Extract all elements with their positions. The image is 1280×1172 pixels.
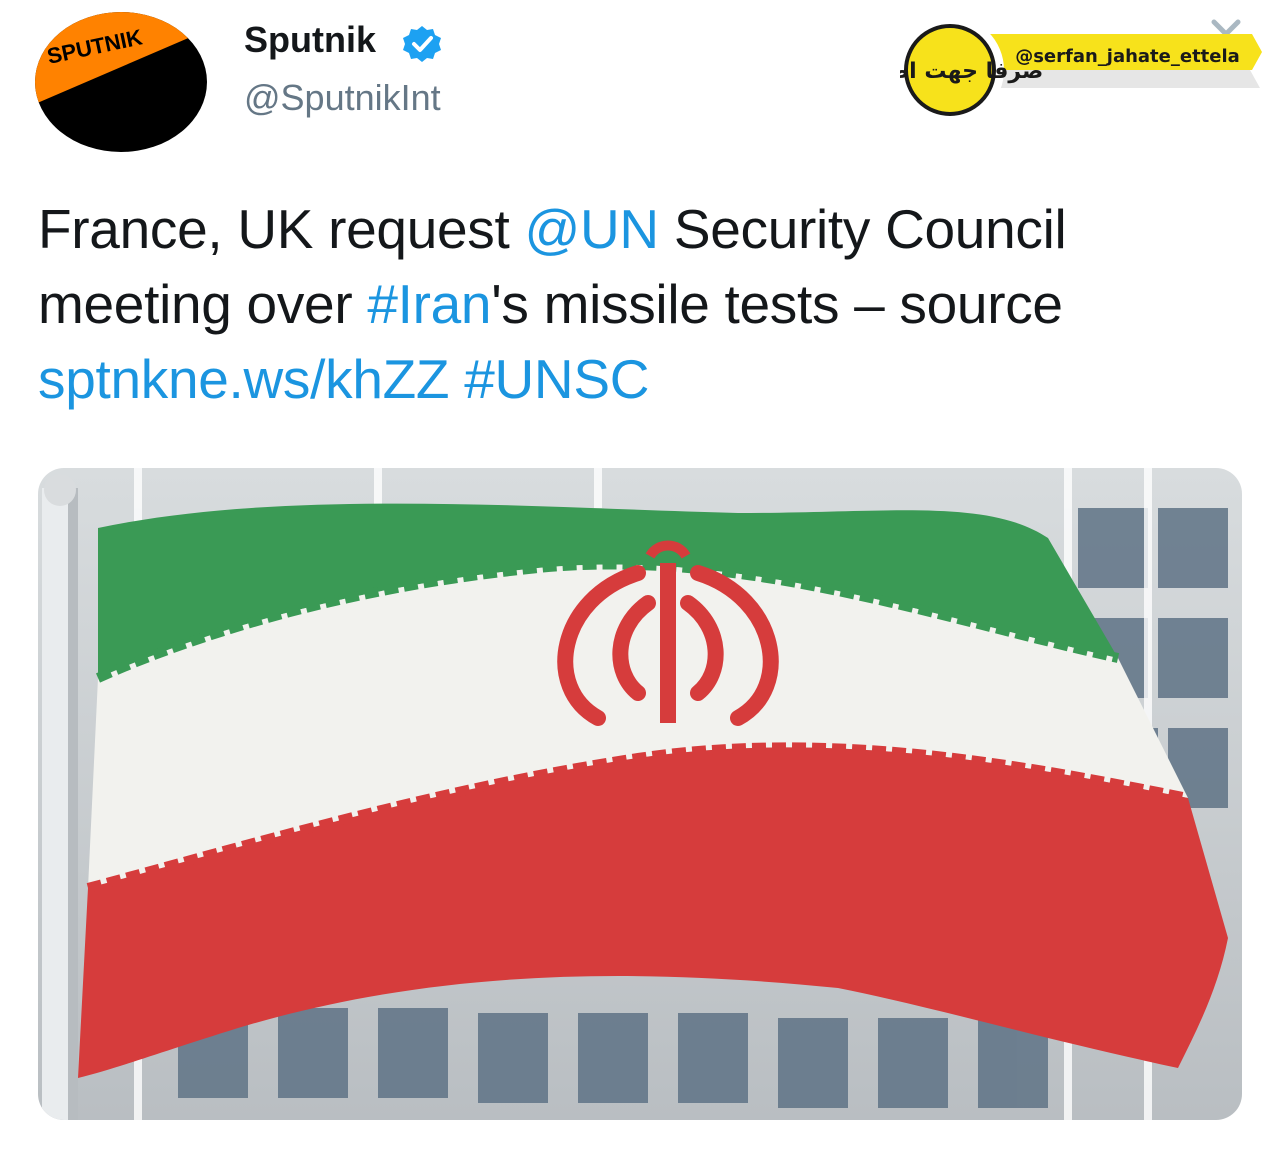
tweet-text-part	[449, 348, 464, 410]
tweet-text-part: France, UK request	[38, 198, 525, 260]
tweet-media-image[interactable]	[38, 468, 1242, 1120]
sputnik-logo: SPUTNIK	[35, 12, 207, 152]
mention-link[interactable]: @UN	[524, 198, 659, 260]
tweet-text-part: Security Council	[658, 198, 1067, 260]
tweet-text: France, UK request @UN Security Council …	[38, 192, 1248, 417]
verified-badge-icon	[403, 26, 441, 62]
url-link[interactable]: sptnkne.ws/khZZ	[38, 348, 450, 410]
channel-watermark: صرفا جهت اطلاع	[900, 16, 1262, 124]
tweet-text-part: meeting over	[38, 273, 368, 335]
display-name[interactable]: Sputnik	[244, 18, 376, 62]
hashtag-iran-link[interactable]: #Iran	[367, 273, 491, 335]
avatar[interactable]: SPUTNIK	[35, 12, 207, 152]
tweet-text-part: 's missile tests – source	[491, 273, 1063, 335]
user-handle[interactable]: @SputnikInt	[244, 76, 441, 120]
hashtag-unsc-link[interactable]: #UNSC	[464, 348, 649, 410]
watermark-handle: @serfan_jahate_ettela	[1015, 46, 1240, 67]
iran-flag-photo	[38, 468, 1242, 1120]
